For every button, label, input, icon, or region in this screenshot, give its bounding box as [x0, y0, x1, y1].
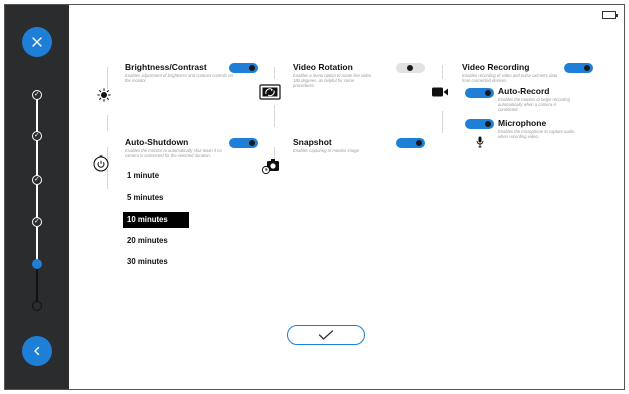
checkmark-icon: [318, 330, 334, 340]
power-timer-icon: [92, 154, 110, 177]
camera-timer-icon: [261, 157, 281, 180]
step-5-current[interactable]: [32, 259, 42, 269]
auto-record-title: Auto-Record: [498, 86, 550, 96]
microphone-description: Enables the microphone to capture audio …: [498, 129, 575, 139]
shutdown-option-10-selected[interactable]: 10 minutes: [123, 212, 189, 228]
snapshot-title: Snapshot: [293, 137, 332, 147]
sidebar: ✓ ✓ ✓ ✓: [5, 5, 69, 389]
microphone-icon: [476, 135, 484, 153]
auto-record-description: Enables the monitor to begin recording a…: [498, 97, 570, 112]
divider: [442, 111, 443, 133]
microphone-toggle[interactable]: [465, 119, 494, 129]
divider: [107, 115, 108, 131]
auto-shutdown-toggle[interactable]: [229, 138, 258, 148]
brightness-description: Enables adjustment of brightness and con…: [125, 73, 233, 83]
recording-title: Video Recording: [462, 62, 530, 72]
stepper-track-remaining: [36, 263, 38, 305]
auto-shutdown-description: Enables the monitor to automatically shu…: [125, 148, 222, 158]
chevron-left-icon: [34, 346, 40, 356]
close-icon: [32, 37, 42, 47]
brightness-title: Brightness/Contrast: [125, 62, 207, 72]
video-camera-icon: [431, 85, 449, 103]
microphone-title: Microphone: [498, 118, 547, 128]
back-button[interactable]: [22, 336, 52, 366]
settings-screen: ✓ ✓ ✓ ✓ Brightness/Contrast Enables adju…: [4, 4, 625, 390]
step-6[interactable]: [32, 301, 42, 311]
close-button[interactable]: [22, 27, 52, 57]
recording-description: Enables recording of video and pulse oxi…: [462, 73, 558, 83]
divider: [274, 67, 275, 79]
step-1[interactable]: ✓: [32, 90, 42, 100]
auto-shutdown-title: Auto-Shutdown: [125, 137, 189, 147]
rotation-toggle[interactable]: [396, 63, 425, 73]
rotation-title: Video Rotation: [293, 62, 353, 72]
divider: [442, 65, 443, 79]
step-4[interactable]: ✓: [32, 217, 42, 227]
rotation-description: Enables a menu option to rotate live vid…: [293, 73, 371, 88]
sun-icon: [97, 88, 111, 107]
battery-icon: [602, 11, 618, 19]
rotate-screen-icon: [259, 83, 281, 106]
shutdown-option-1[interactable]: 1 minute: [123, 168, 189, 184]
auto-record-toggle[interactable]: [465, 88, 494, 98]
step-3[interactable]: ✓: [32, 175, 42, 185]
divider: [274, 105, 275, 127]
snapshot-toggle[interactable]: [396, 138, 425, 148]
brightness-toggle[interactable]: [229, 63, 258, 73]
step-2[interactable]: ✓: [32, 131, 42, 141]
shutdown-option-30[interactable]: 30 minutes: [123, 254, 189, 270]
divider: [107, 67, 108, 89]
recording-toggle[interactable]: [564, 63, 593, 73]
snapshot-description: Enables capturing of monitor image.: [293, 148, 361, 153]
confirm-button[interactable]: [287, 325, 365, 345]
shutdown-option-5[interactable]: 5 minutes: [123, 190, 189, 206]
shutdown-option-20[interactable]: 20 minutes: [123, 233, 189, 249]
